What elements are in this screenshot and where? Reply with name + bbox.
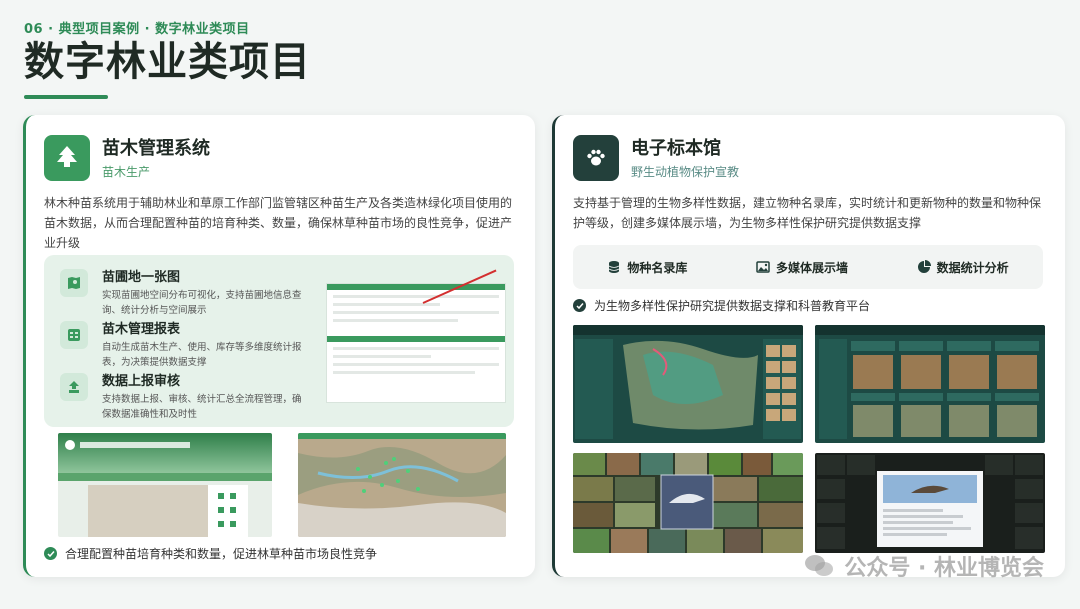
check-circle-icon — [573, 299, 586, 312]
pie-chart-icon — [917, 260, 931, 273]
media-wall-screenshot — [573, 453, 803, 553]
feature-title: 苗木管理报表 — [102, 322, 181, 337]
feature-desc: 支持数据上报、审核、统计汇总全流程管理，确保数据准确性和及时性 — [102, 394, 302, 420]
table-icon — [60, 321, 88, 349]
card-subtitle: 苗木生产 — [102, 164, 151, 179]
page-header: 06 · 典型项目案例 · 数字林业类项目 数字林业类项目 — [24, 18, 311, 87]
image-icon — [756, 261, 770, 273]
feature-title: 数据上报审核 — [102, 374, 181, 389]
watermark-text: 公众号 · 林业博览会 — [844, 556, 1044, 581]
nursery-map-screenshot — [298, 433, 506, 537]
species-catalog-screenshot — [815, 325, 1045, 443]
check-circle-icon — [44, 547, 57, 560]
feature-item: 数据上报审核 支持数据上报、审核、统计汇总全流程管理，确保数据准确性和及时性 — [60, 373, 308, 422]
feature-item: 苗圃地一张图 实现苗圃地空间分布可视化，支持苗圃地信息查询、统计分析与空间展示 — [60, 269, 308, 318]
card-note: 为生物多样性保护研究提供数据支撑和科普教育平台 — [573, 297, 870, 314]
feature-panel: 苗圃地一张图 实现苗圃地空间分布可视化，支持苗圃地信息查询、统计分析与空间展示 … — [44, 255, 514, 427]
card-nursery-management: 苗木管理系统 苗木生产 林木种苗系统用于辅助林业和草原工作部门监管辖区种苗生产及… — [23, 115, 535, 577]
nursery-portal-screenshot — [58, 433, 272, 537]
tree-icon — [44, 135, 90, 181]
tab-species-catalog[interactable]: 物种名录库 — [607, 259, 687, 276]
card-digital-herbarium: 电子标本馆 野生动植物保护宣教 支持基于管理的生物多样性数据，建立物种名录库，实… — [552, 115, 1065, 577]
card-header: 苗木管理系统 苗木生产 — [44, 135, 210, 181]
note-text: 合理配置种苗培育种类和数量，促进林草种苗市场良性竞争 — [65, 547, 378, 561]
note-text: 为生物多样性保护研究提供数据支撑和科普教育平台 — [594, 299, 871, 313]
page-title: 数字林业类项目 — [24, 39, 311, 85]
card-header: 电子标本馆 野生动植物保护宣教 — [573, 135, 739, 181]
tab-label: 数据统计分析 — [936, 260, 1009, 275]
tab-label: 物种名录库 — [627, 260, 688, 275]
card-description: 支持基于管理的生物多样性数据，建立物种名录库，实时统计和更新物种的数量和物种保护… — [573, 196, 1042, 230]
feature-title: 苗圃地一张图 — [102, 270, 181, 285]
upload-icon — [60, 373, 88, 401]
paw-icon — [573, 135, 619, 181]
database-icon — [609, 261, 620, 273]
tab-statistics[interactable]: 数据统计分析 — [917, 259, 1009, 276]
map-pin-icon — [60, 269, 88, 297]
card-title: 电子标本馆 — [631, 137, 721, 159]
specimen-detail-screenshot — [815, 453, 1045, 553]
feature-tabs: 物种名录库 多媒体展示墙 数据统计分析 — [573, 245, 1043, 289]
species-map-screenshot — [573, 325, 803, 443]
card-title: 苗木管理系统 — [102, 137, 210, 159]
title-underline — [24, 95, 108, 99]
card-note: 合理配置种苗培育种类和数量，促进林草种苗市场良性竞争 — [44, 545, 377, 562]
tab-media-wall[interactable]: 多媒体展示墙 — [756, 259, 848, 276]
feature-desc: 自动生成苗木生产、使用、库存等多维度统计报表，为决策提供数据支撑 — [102, 342, 302, 368]
wechat-icon — [805, 555, 834, 576]
section-tag: 06 · 典型项目案例 · 数字林业类项目 — [24, 22, 250, 37]
feature-desc: 实现苗圃地空间分布可视化，支持苗圃地信息查询、统计分析与空间展示 — [102, 290, 302, 316]
feature-item: 苗木管理报表 自动生成苗木生产、使用、库存等多维度统计报表，为决策提供数据支撑 — [60, 321, 308, 370]
watermark: 公众号 · 林业博览会 — [804, 550, 1044, 582]
card-description: 林木种苗系统用于辅助林业和草原工作部门监管辖区种苗生产及各类造林绿化项目使用的苗… — [44, 196, 513, 250]
report-screenshot — [326, 269, 506, 403]
tab-label: 多媒体展示墙 — [775, 260, 848, 275]
card-subtitle: 野生动植物保护宣教 — [631, 164, 740, 179]
